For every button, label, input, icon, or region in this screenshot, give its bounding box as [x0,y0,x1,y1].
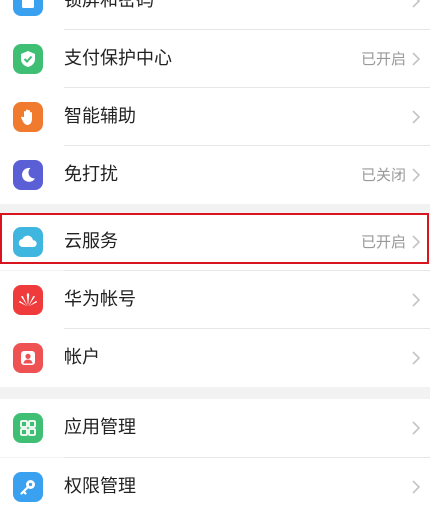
settings-item-status: 已关闭 [360,166,406,184]
cloud-icon [13,227,43,257]
chevron-right-icon [412,293,421,307]
lock-screen-icon [13,0,43,16]
settings-item-smart-assist[interactable]: 智能辅助 [0,88,430,146]
chevron-right-icon [412,110,421,124]
settings-item-label: 帐户 [64,347,100,368]
hand-icon [13,102,43,132]
chevron-right-icon [412,480,421,494]
settings-item-payment-protection[interactable]: 支付保护中心 已开启 [0,30,430,88]
settings-item-label: 支付保护中心 [64,48,172,69]
settings-item-lock-screen[interactable]: 锁屏和密码 [0,0,430,30]
settings-item-status: 已开启 [360,50,406,68]
person-icon [13,343,43,373]
settings-item-label: 免打扰 [64,164,118,185]
huawei-logo-icon [13,285,43,315]
settings-item-status: 已开启 [360,233,406,251]
chevron-right-icon [412,235,421,249]
chevron-right-icon [412,168,421,182]
settings-item-label: 华为帐号 [64,289,136,310]
key-icon [13,472,43,502]
settings-item-label: 应用管理 [64,417,136,438]
settings-item-label: 云服务 [64,231,118,252]
settings-item-accounts[interactable]: 帐户 [0,329,430,387]
shield-check-icon [13,44,43,74]
moon-icon [13,160,43,190]
chevron-right-icon [412,421,421,435]
settings-item-label: 智能辅助 [64,106,136,127]
chevron-right-icon [412,0,421,8]
settings-item-label: 锁屏和密码 [64,0,154,11]
settings-item-permission-management[interactable]: 权限管理 [0,458,430,516]
settings-list: 锁屏和密码 支付保护中心 已开启 智能辅助 免打扰 已关闭 云服务 已开启 华为… [0,0,430,516]
settings-item-cloud-service[interactable]: 云服务 已开启 [0,214,430,270]
grid-apps-icon [13,413,43,443]
settings-item-do-not-disturb[interactable]: 免打扰 已关闭 [0,146,430,204]
chevron-right-icon [412,52,421,66]
chevron-right-icon [412,351,421,365]
settings-item-huawei-account[interactable]: 华为帐号 [0,271,430,329]
settings-item-label: 权限管理 [64,476,136,497]
settings-item-app-management[interactable]: 应用管理 [0,399,430,457]
